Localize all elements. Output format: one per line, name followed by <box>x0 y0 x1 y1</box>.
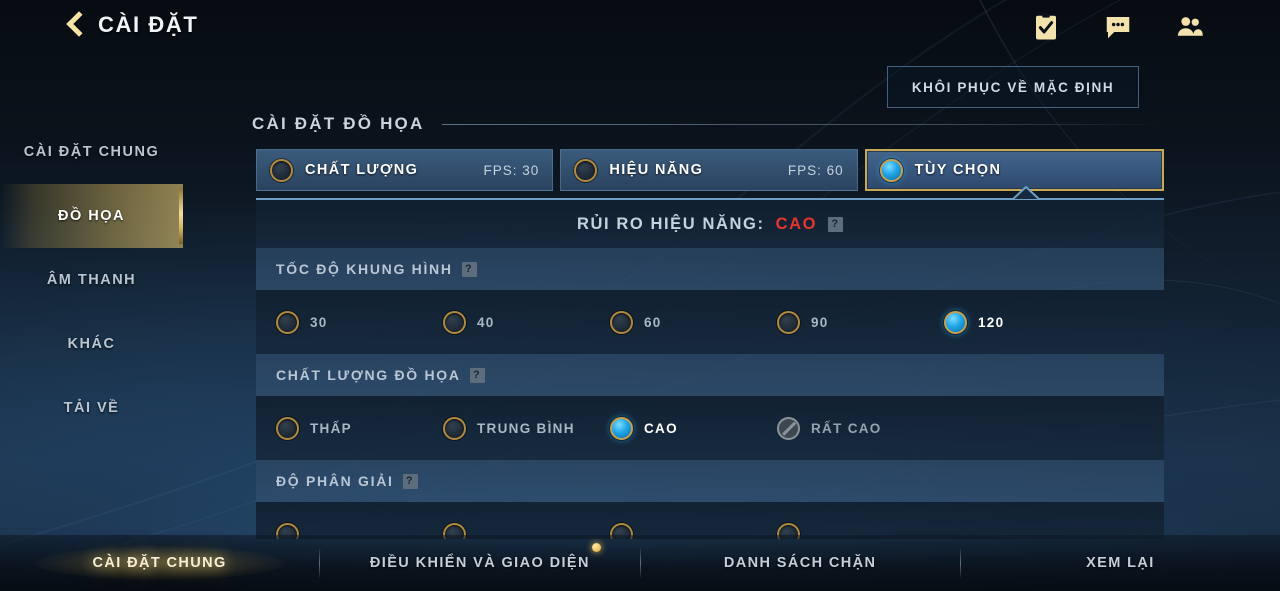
help-icon[interactable]: ? <box>402 473 418 489</box>
preset-label: HIỆU NĂNG <box>609 162 704 178</box>
option-label: 30 <box>310 314 328 330</box>
preset-custom[interactable]: TÙY CHỌN <box>864 149 1164 191</box>
preset-quality[interactable]: CHẤT LƯỢNG FPS: 30 <box>256 149 554 191</box>
sidebar-item-label: TẢI VỀ <box>63 400 120 416</box>
option-fps-120[interactable]: 120 <box>944 310 1005 334</box>
performance-risk-label: RỦI RO HIỆU NĂNG: <box>576 214 765 233</box>
bottom-tab-general[interactable]: CÀI ĐẶT CHUNG <box>0 555 319 571</box>
preset-performance[interactable]: HIỆU NĂNG FPS: 60 <box>560 149 858 191</box>
graphics-quality-options: THẤP TRUNG BÌNH CAO RẤT CAO <box>256 396 1164 460</box>
selected-preset-pointer <box>1013 186 1039 200</box>
radio-icon[interactable] <box>610 310 633 334</box>
option-fps-60[interactable]: 60 <box>610 310 777 334</box>
sidebar-item-download[interactable]: TẢI VỀ <box>0 376 183 440</box>
bottom-tab-label: XEM LẠI <box>1086 555 1155 571</box>
option-label: RẤT CAO <box>811 420 882 436</box>
frame-rate-group-header: TỐC ĐỘ KHUNG HÌNH ? <box>256 248 1164 290</box>
preset-label: CHẤT LƯỢNG <box>305 162 419 178</box>
bottom-tab-controls[interactable]: ĐIỀU KHIỂN VÀ GIAO DIỆN <box>320 543 639 571</box>
sidebar-item-graphics[interactable]: ĐỒ HỌA <box>0 184 183 248</box>
radio-icon[interactable] <box>443 310 466 334</box>
settings-sidebar: CÀI ĐẶT CHUNG ĐỒ HỌA ÂM THANH KHÁC TẢI V… <box>0 120 183 440</box>
settings-content: KHÔI PHỤC VỀ MẶC ĐỊNH CÀI ĐẶT ĐỒ HỌA CHẤ… <box>0 0 1280 591</box>
restore-defaults-label: KHÔI PHỤC VỀ MẶC ĐỊNH <box>911 79 1115 95</box>
top-header-bar: CÀI ĐẶT <box>0 0 1280 58</box>
option-fps-90[interactable]: 90 <box>777 310 944 334</box>
radio-icon[interactable] <box>610 416 633 440</box>
sidebar-item-general[interactable]: CÀI ĐẶT CHUNG <box>0 120 183 184</box>
notification-dot-icon <box>591 543 601 552</box>
bottom-tab-label: CÀI ĐẶT CHUNG <box>92 555 227 571</box>
bottom-tab-blocklist[interactable]: DANH SÁCH CHẶN <box>641 555 960 571</box>
header-icon-group <box>1031 12 1205 42</box>
option-label: 120 <box>978 314 1005 330</box>
sidebar-item-label: CÀI ĐẶT CHUNG <box>23 143 160 160</box>
radio-icon[interactable] <box>443 416 466 440</box>
bottom-tab-bar: CÀI ĐẶT CHUNG ĐIỀU KHIỂN VÀ GIAO DIỆN DA… <box>0 535 1280 591</box>
group-title: CHẤT LƯỢNG ĐỒ HỌA <box>276 367 461 383</box>
radio-icon[interactable] <box>879 158 903 182</box>
section-divider <box>442 123 1164 125</box>
preset-fps-value: FPS: 60 <box>787 162 844 178</box>
option-fps-30[interactable]: 30 <box>276 310 443 334</box>
resolution-group-header: ĐỘ PHÂN GIẢI ? <box>256 460 1164 502</box>
chevron-left-icon <box>68 11 84 39</box>
option-fps-40[interactable]: 40 <box>443 310 610 334</box>
preset-fps-value: FPS: 30 <box>483 162 540 178</box>
group-title: TỐC ĐỘ KHUNG HÌNH <box>276 261 453 277</box>
resolution-options <box>256 502 1164 539</box>
option-label: 90 <box>811 314 829 330</box>
radio-icon[interactable] <box>270 158 293 182</box>
option-label: TRUNG BÌNH <box>477 420 575 436</box>
sidebar-item-label: KHÁC <box>67 336 116 352</box>
radio-icon[interactable] <box>276 310 299 334</box>
preset-label: TÙY CHỌN <box>914 162 1002 178</box>
bottom-tab-label: ĐIỀU KHIỂN VÀ GIAO DIỆN <box>369 555 590 571</box>
restore-defaults-button[interactable]: KHÔI PHỤC VỀ MẶC ĐỊNH <box>887 66 1139 108</box>
help-icon[interactable]: ? <box>828 216 844 232</box>
help-icon[interactable]: ? <box>461 261 477 277</box>
performance-risk-row: RỦI RO HIỆU NĂNG: CAO ? <box>256 200 1164 248</box>
page-section-title: CÀI ĐẶT ĐỒ HỌA <box>252 114 425 133</box>
option-quality-high[interactable]: CAO <box>610 416 777 440</box>
option-quality-medium[interactable]: TRUNG BÌNH <box>443 416 610 440</box>
back-button[interactable]: CÀI ĐẶT <box>68 11 198 39</box>
graphics-quality-group-header: CHẤT LƯỢNG ĐỒ HỌA ? <box>256 354 1164 396</box>
bottom-tab-label: DANH SÁCH CHẶN <box>723 555 877 571</box>
radio-icon[interactable] <box>574 158 598 182</box>
option-quality-low[interactable]: THẤP <box>276 416 443 440</box>
sidebar-item-audio[interactable]: ÂM THANH <box>0 248 183 312</box>
radio-icon[interactable] <box>777 310 800 334</box>
radio-disabled-icon <box>777 416 800 440</box>
radio-icon[interactable] <box>944 310 967 334</box>
mission-clipboard-icon[interactable] <box>1031 12 1061 42</box>
graphics-options-panel: RỦI RO HIỆU NĂNG: CAO ? TỐC ĐỘ KHUNG HÌN… <box>256 198 1164 539</box>
option-label: CAO <box>644 420 678 436</box>
sidebar-item-other[interactable]: KHÁC <box>0 312 183 376</box>
radio-icon[interactable] <box>276 416 299 440</box>
bottom-tab-replay[interactable]: XEM LẠI <box>961 555 1280 571</box>
chat-icon[interactable] <box>1103 12 1133 42</box>
help-icon[interactable]: ? <box>469 367 485 383</box>
section-header: CÀI ĐẶT ĐỒ HỌA <box>252 114 1164 134</box>
frame-rate-options: 30 40 60 90 120 <box>256 290 1164 354</box>
sidebar-item-label: ÂM THANH <box>46 272 137 288</box>
group-title: ĐỘ PHÂN GIẢI <box>276 473 394 489</box>
performance-risk-value: CAO <box>775 214 818 233</box>
option-label: THẤP <box>310 420 352 436</box>
preset-tab-group: CHẤT LƯỢNG FPS: 30 HIỆU NĂNG FPS: 60 TÙY… <box>256 149 1164 191</box>
option-label: 40 <box>477 314 495 330</box>
option-quality-very-high: RẤT CAO <box>777 416 882 440</box>
option-label: 60 <box>644 314 662 330</box>
page-title: CÀI ĐẶT <box>98 12 199 37</box>
friends-icon[interactable] <box>1175 12 1205 42</box>
sidebar-item-label: ĐỒ HỌA <box>58 208 125 224</box>
